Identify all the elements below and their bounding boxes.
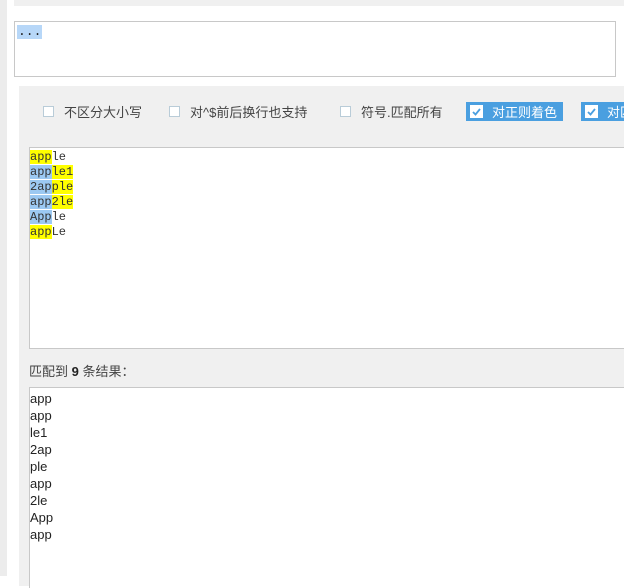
- source-line: apple: [30, 150, 73, 165]
- option-ignore-case[interactable]: 不区分大小写: [43, 102, 142, 121]
- source-line: 2apple: [30, 180, 74, 195]
- plain-text: le: [51, 150, 67, 164]
- result-item: 2le: [30, 493, 48, 508]
- match-highlight: app: [30, 165, 52, 179]
- plain-text: le: [51, 210, 67, 224]
- option-label: 对匹: [607, 105, 624, 120]
- left-rail: [0, 0, 7, 576]
- option-label: 对^$前后换行也支持: [190, 105, 308, 120]
- option-multiline[interactable]: 对^$前后换行也支持: [169, 102, 307, 121]
- top-strip: [14, 0, 624, 6]
- checkbox-checked-icon[interactable]: [585, 105, 598, 118]
- regex-selected-text: ...: [17, 24, 43, 39]
- option-label: 不区分大小写: [64, 105, 143, 120]
- match-highlight: app: [30, 150, 52, 164]
- match-highlight: App: [30, 210, 52, 224]
- result-item: app: [30, 391, 52, 406]
- result-text-area[interactable]: app app le1 2ap ple app 2le App app: [29, 387, 624, 588]
- option-color-matches[interactable]: 对匹: [581, 102, 624, 121]
- checkbox-icon[interactable]: [169, 106, 180, 117]
- match-highlight: app: [30, 225, 52, 239]
- option-label: 符号.匹配所有: [361, 105, 443, 120]
- result-list: app app le1 2ap ple app 2le App app: [30, 390, 53, 543]
- match-highlight: app: [30, 195, 52, 209]
- match-highlight: ple: [51, 180, 74, 194]
- option-dotall[interactable]: 符号.匹配所有: [340, 102, 443, 121]
- regex-input[interactable]: ...: [14, 21, 616, 77]
- result-item: le1: [30, 425, 48, 440]
- result-prefix: 匹配到: [29, 364, 72, 379]
- match-highlight: le1: [51, 165, 74, 179]
- result-item: app: [30, 408, 52, 423]
- match-highlight: 2ap: [30, 180, 52, 194]
- result-item: ple: [30, 459, 48, 474]
- source-line: app2le: [30, 195, 74, 210]
- option-label: 对正则着色: [492, 105, 558, 120]
- source-lines: apple apple1 2apple app2le Apple appLe: [30, 150, 74, 240]
- options-panel: 不区分大小写 对^$前后换行也支持 符号.匹配所有 对正则着色 对匹 apple…: [19, 86, 624, 588]
- result-suffix: 条结果：: [78, 364, 135, 379]
- result-summary: 匹配到 9 条结果：: [29, 361, 134, 380]
- result-count: 9: [71, 364, 79, 379]
- option-color-regex[interactable]: 对正则着色: [466, 102, 564, 121]
- source-line: appLe: [30, 225, 73, 240]
- plain-text: Le: [51, 225, 67, 239]
- result-item: app: [30, 476, 52, 491]
- checkbox-icon[interactable]: [43, 106, 54, 117]
- options-bar: 不区分大小写 对^$前后换行也支持 符号.匹配所有 对正则着色 对匹: [19, 86, 624, 136]
- checkbox-icon[interactable]: [340, 106, 351, 117]
- match-highlight: 2le: [51, 195, 74, 209]
- source-line: apple1: [30, 165, 74, 180]
- result-item: App: [30, 510, 54, 525]
- result-item: 2ap: [30, 442, 52, 457]
- result-item: app: [30, 527, 52, 542]
- checkbox-checked-icon[interactable]: [470, 105, 483, 118]
- source-text-area[interactable]: apple apple1 2apple app2le Apple appLe: [29, 147, 624, 349]
- source-line: Apple: [30, 210, 73, 225]
